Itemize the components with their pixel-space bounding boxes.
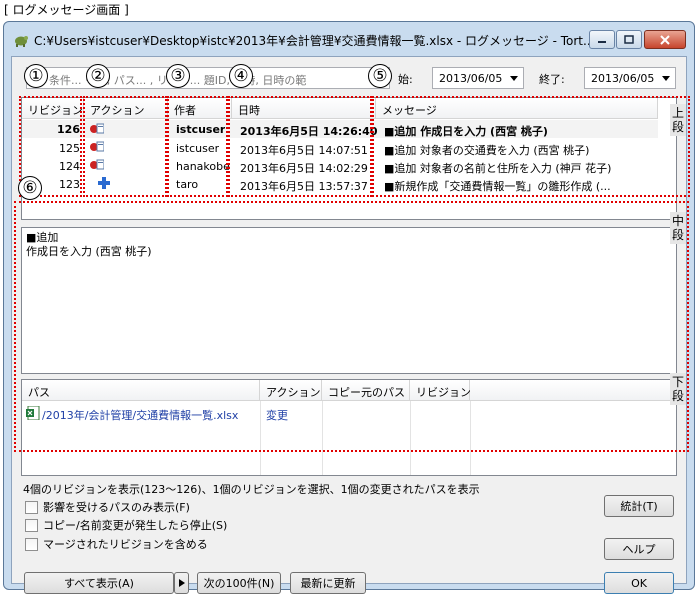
show-all-dropdown-button[interactable] — [174, 572, 189, 594]
checkbox-affected-paths[interactable] — [25, 500, 38, 514]
annotation-number-6: ⑥ — [18, 176, 42, 200]
checkbox-row[interactable]: 影響を受けるパスのみ表示(F) — [25, 499, 190, 515]
maximize-icon — [624, 35, 634, 44]
statistics-label: 統計(T) — [620, 500, 658, 513]
minimize-icon — [598, 40, 606, 43]
next-100-button[interactable]: 次の100件(N) — [197, 572, 281, 594]
help-button[interactable]: ヘルプ — [604, 538, 674, 560]
annotation-box-action — [83, 96, 167, 197]
ok-button[interactable]: OK — [604, 572, 674, 594]
help-label: ヘルプ — [622, 543, 656, 556]
window-title: C:¥Users¥istcuser¥Desktop¥istc¥2013年¥会計管… — [34, 34, 595, 48]
statistics-button[interactable]: 統計(T) — [604, 495, 674, 517]
date-to-picker[interactable]: 2013/06/05 — [584, 67, 676, 89]
annotation-label-lower: 下段 — [670, 373, 686, 405]
annotation-number-2: ② — [86, 64, 110, 88]
chevron-down-icon — [662, 76, 670, 81]
title-bar[interactable]: C:¥Users¥istcuser¥Desktop¥istc¥2013年¥会計管… — [4, 22, 694, 56]
checkbox-row[interactable]: コピー/名前変更が発生したら停止(S) — [25, 517, 227, 533]
chevron-down-icon — [510, 76, 518, 81]
close-icon — [660, 34, 670, 45]
show-all-button[interactable]: すべて表示(A) — [24, 572, 174, 594]
annotation-number-4: ④ — [229, 64, 253, 88]
chevron-right-icon — [178, 579, 185, 587]
annotation-label-upper: 上段 — [670, 104, 686, 136]
show-all-label: すべて表示(A) — [64, 577, 134, 590]
checkbox-label: 影響を受けるパスのみ表示(F) — [43, 501, 190, 514]
annotation-box-message — [372, 96, 690, 197]
annotation-number-3: ③ — [166, 64, 190, 88]
tortoise-app-icon — [15, 36, 28, 47]
refresh-label: 最新に更新 — [300, 577, 356, 590]
checkbox-label: コピー/名前変更が発生したら停止(S) — [43, 519, 228, 532]
date-to-value: 2013/06/05 — [591, 72, 655, 85]
ok-label: OK — [631, 576, 647, 590]
date-from-label: 始: — [398, 73, 413, 86]
minimize-button[interactable] — [589, 30, 615, 49]
refresh-button[interactable]: 最新に更新 — [290, 572, 366, 594]
checkbox-include-merged[interactable] — [25, 537, 38, 551]
status-text: 4個のリビジョンを表示(123〜126)、1個のリビジョンを選択、1個の変更され… — [23, 483, 480, 496]
annotation-label-middle: 中段 — [670, 212, 686, 244]
maximize-button[interactable] — [616, 30, 642, 49]
date-to-label: 終了: — [539, 73, 565, 86]
date-from-picker[interactable]: 2013/06/05 — [432, 67, 524, 89]
checkbox-stop-on-copy[interactable] — [25, 518, 38, 532]
annotation-box-author — [167, 96, 228, 197]
close-button[interactable] — [644, 30, 686, 49]
date-from-value: 2013/06/05 — [439, 72, 503, 85]
checkbox-label: マージされたリビジョンを含める — [43, 538, 208, 551]
annotation-box-date — [228, 96, 372, 197]
annotation-number-1: ① — [24, 64, 48, 88]
search-filter-input[interactable]: 条件... ージ, パス... , リビジ... 題ID, 日時, 日時の範 — [26, 67, 390, 89]
checkbox-row[interactable]: マージされたリビジョンを含める — [25, 536, 208, 552]
screen-caption: [ ログメッセージ画面 ] — [4, 3, 129, 17]
annotation-number-5: ⑤ — [368, 64, 392, 88]
next-100-label: 次の100件(N) — [203, 577, 275, 590]
annotation-box-detail — [14, 201, 689, 452]
